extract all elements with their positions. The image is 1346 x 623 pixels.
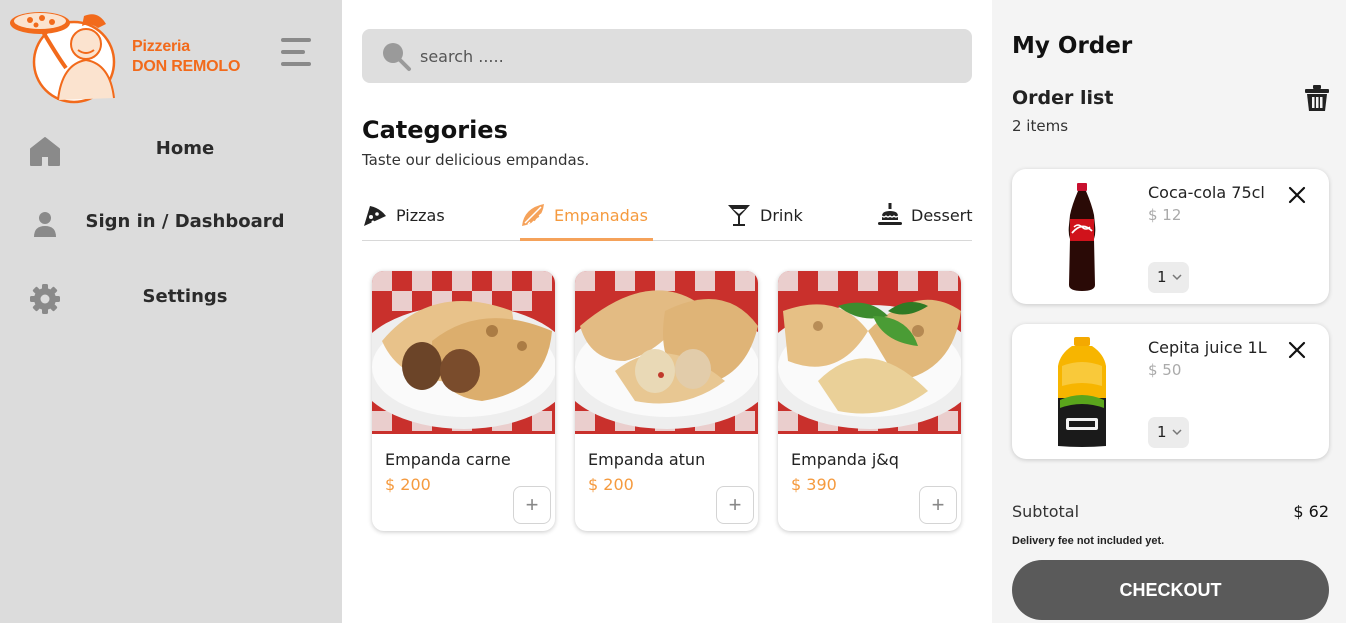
order-item: Coca-cola 75cl $ 12 1 bbox=[1012, 169, 1329, 304]
order-item-count: 2 items bbox=[1012, 117, 1069, 135]
tab-label: Empanadas bbox=[554, 206, 648, 225]
trash-icon[interactable] bbox=[1304, 84, 1330, 112]
sidebar-item-sign-in[interactable]: Sign in / Dashboard bbox=[0, 197, 342, 247]
product-card[interactable]: Empanda atun $ 200 + bbox=[575, 271, 758, 531]
delivery-note: Delivery fee not included yet. bbox=[1012, 535, 1165, 547]
order-item: Cepita juice 1L $ 50 1 bbox=[1012, 324, 1329, 459]
product-card[interactable]: Empanda carne $ 200 + bbox=[372, 271, 555, 531]
cocktail-glass-icon bbox=[728, 205, 750, 226]
tab-empanadas[interactable]: Empanadas bbox=[520, 196, 653, 241]
pizzeria-logo[interactable] bbox=[8, 6, 126, 104]
tab-label: Drink bbox=[760, 206, 803, 225]
categories-title: Categories bbox=[362, 116, 508, 144]
category-tabs: Pizzas Empanadas Drink Dessert bbox=[362, 196, 973, 241]
sidebar-item-label: Home bbox=[155, 138, 215, 159]
sidebar-item-label: Sign in / Dashboard bbox=[85, 211, 285, 232]
pizza-slice-icon bbox=[364, 206, 386, 226]
categories-subtitle: Taste our delicious empandas. bbox=[362, 151, 590, 169]
coca-cola-bottle-image bbox=[1068, 183, 1096, 291]
tab-label: Pizzas bbox=[396, 206, 445, 225]
quantity-select[interactable]: 1 bbox=[1148, 262, 1189, 293]
tab-drink[interactable]: Drink bbox=[726, 196, 806, 241]
sidebar: Pizzeria DON REMOLO Home Sign in / Dashb… bbox=[0, 0, 342, 623]
order-item-name: Cepita juice 1L bbox=[1148, 338, 1267, 357]
chevron-down-icon bbox=[1172, 429, 1182, 436]
tab-dessert[interactable]: Dessert bbox=[877, 196, 973, 241]
empanada-carne-image bbox=[372, 271, 555, 434]
home-icon bbox=[30, 137, 60, 166]
chevron-down-icon bbox=[1172, 274, 1182, 281]
sidebar-item-settings[interactable]: Settings bbox=[0, 272, 342, 322]
empanada-icon bbox=[522, 204, 544, 226]
add-to-order-button[interactable]: + bbox=[919, 486, 957, 524]
quantity-value: 1 bbox=[1157, 268, 1167, 286]
sidebar-item-home[interactable]: Home bbox=[0, 124, 342, 174]
cepita-juice-bottle-image bbox=[1058, 337, 1106, 447]
search-icon[interactable] bbox=[380, 40, 412, 72]
brand-line-1: Pizzeria bbox=[132, 38, 190, 55]
product-price: $ 200 bbox=[385, 475, 431, 494]
tab-label: Dessert bbox=[911, 206, 973, 225]
user-icon bbox=[34, 212, 56, 237]
product-name: Empanda atun bbox=[588, 450, 706, 469]
checkout-button[interactable]: CHECKOUT bbox=[1012, 560, 1329, 620]
cake-icon bbox=[878, 203, 902, 225]
close-icon[interactable] bbox=[1286, 339, 1308, 361]
product-card[interactable]: Empanda j&q $ 390 + bbox=[778, 271, 961, 531]
product-price: $ 200 bbox=[588, 475, 634, 494]
quantity-select[interactable]: 1 bbox=[1148, 417, 1189, 448]
order-title: My Order bbox=[1012, 33, 1133, 59]
search-bar[interactable] bbox=[362, 29, 972, 83]
order-item-price: $ 50 bbox=[1148, 361, 1182, 379]
empanada-atun-image bbox=[575, 271, 758, 434]
order-item-price: $ 12 bbox=[1148, 206, 1182, 224]
order-list-title: Order list bbox=[1012, 87, 1114, 109]
search-input[interactable] bbox=[420, 44, 940, 68]
sidebar-item-label: Settings bbox=[142, 286, 228, 307]
order-panel: My Order Order list 2 items Coca-cola 75… bbox=[992, 0, 1346, 623]
order-item-name: Coca-cola 75cl bbox=[1148, 183, 1265, 202]
main-content: Categories Taste our delicious empandas.… bbox=[342, 0, 992, 623]
add-to-order-button[interactable]: + bbox=[513, 486, 551, 524]
product-name: Empanda carne bbox=[385, 450, 511, 469]
tab-pizzas[interactable]: Pizzas bbox=[362, 196, 452, 241]
empanada-jq-image bbox=[778, 271, 961, 434]
gear-icon bbox=[30, 284, 60, 314]
add-to-order-button[interactable]: + bbox=[716, 486, 754, 524]
close-icon[interactable] bbox=[1286, 184, 1308, 206]
hamburger-menu-icon[interactable] bbox=[281, 38, 313, 68]
quantity-value: 1 bbox=[1157, 423, 1167, 441]
subtotal-value: $ 62 bbox=[1293, 502, 1329, 521]
product-price: $ 390 bbox=[791, 475, 837, 494]
subtotal-label: Subtotal bbox=[1012, 502, 1080, 521]
brand-name: Pizzeria DON REMOLO bbox=[132, 37, 240, 77]
brand-line-2: DON REMOLO bbox=[132, 58, 241, 75]
product-name: Empanda j&q bbox=[791, 450, 899, 469]
